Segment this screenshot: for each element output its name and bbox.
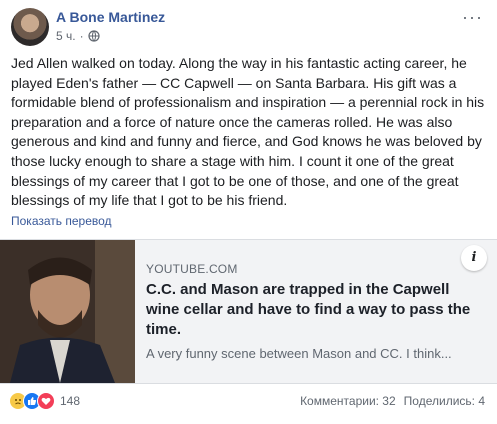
post-stats: Комментарии: 32 Поделились: 4 [300,394,485,408]
author-name[interactable]: A Bone Martinez [56,9,165,25]
show-translation-link[interactable]: Показать перевод [11,214,112,228]
more-options-icon[interactable]: ··· [462,8,483,26]
post-text: Jed Allen walked on today. Along the way… [11,55,485,209]
link-description: A very funny scene between Mason and CC.… [146,346,452,361]
video-thumbnail[interactable] [0,240,135,383]
globe-icon[interactable] [87,30,100,42]
link-title[interactable]: C.C. and Mason are trapped in the Capwel… [146,280,481,340]
love-reaction-icon [37,392,55,410]
reactions-summary[interactable]: 148 [9,392,80,410]
comments-count[interactable]: Комментарии: 32 [300,394,396,408]
link-preview-card[interactable]: i YOUTUBE.COM C.C. and Mason are trapped… [0,239,497,384]
info-icon[interactable]: i [461,245,487,271]
link-domain: YOUTUBE.COM [146,262,238,276]
post-time[interactable]: 5 ч. [56,29,76,43]
post-meta: 5 ч. · [56,29,100,43]
meta-separator: · [79,29,84,43]
reaction-count[interactable]: 148 [60,394,80,408]
facebook-post: A Bone Martinez 5 ч. · ··· Jed Allen wal… [0,0,497,424]
thumbnail-image [0,240,135,383]
author-avatar[interactable] [11,8,49,46]
shares-count[interactable]: Поделились: 4 [404,394,485,408]
